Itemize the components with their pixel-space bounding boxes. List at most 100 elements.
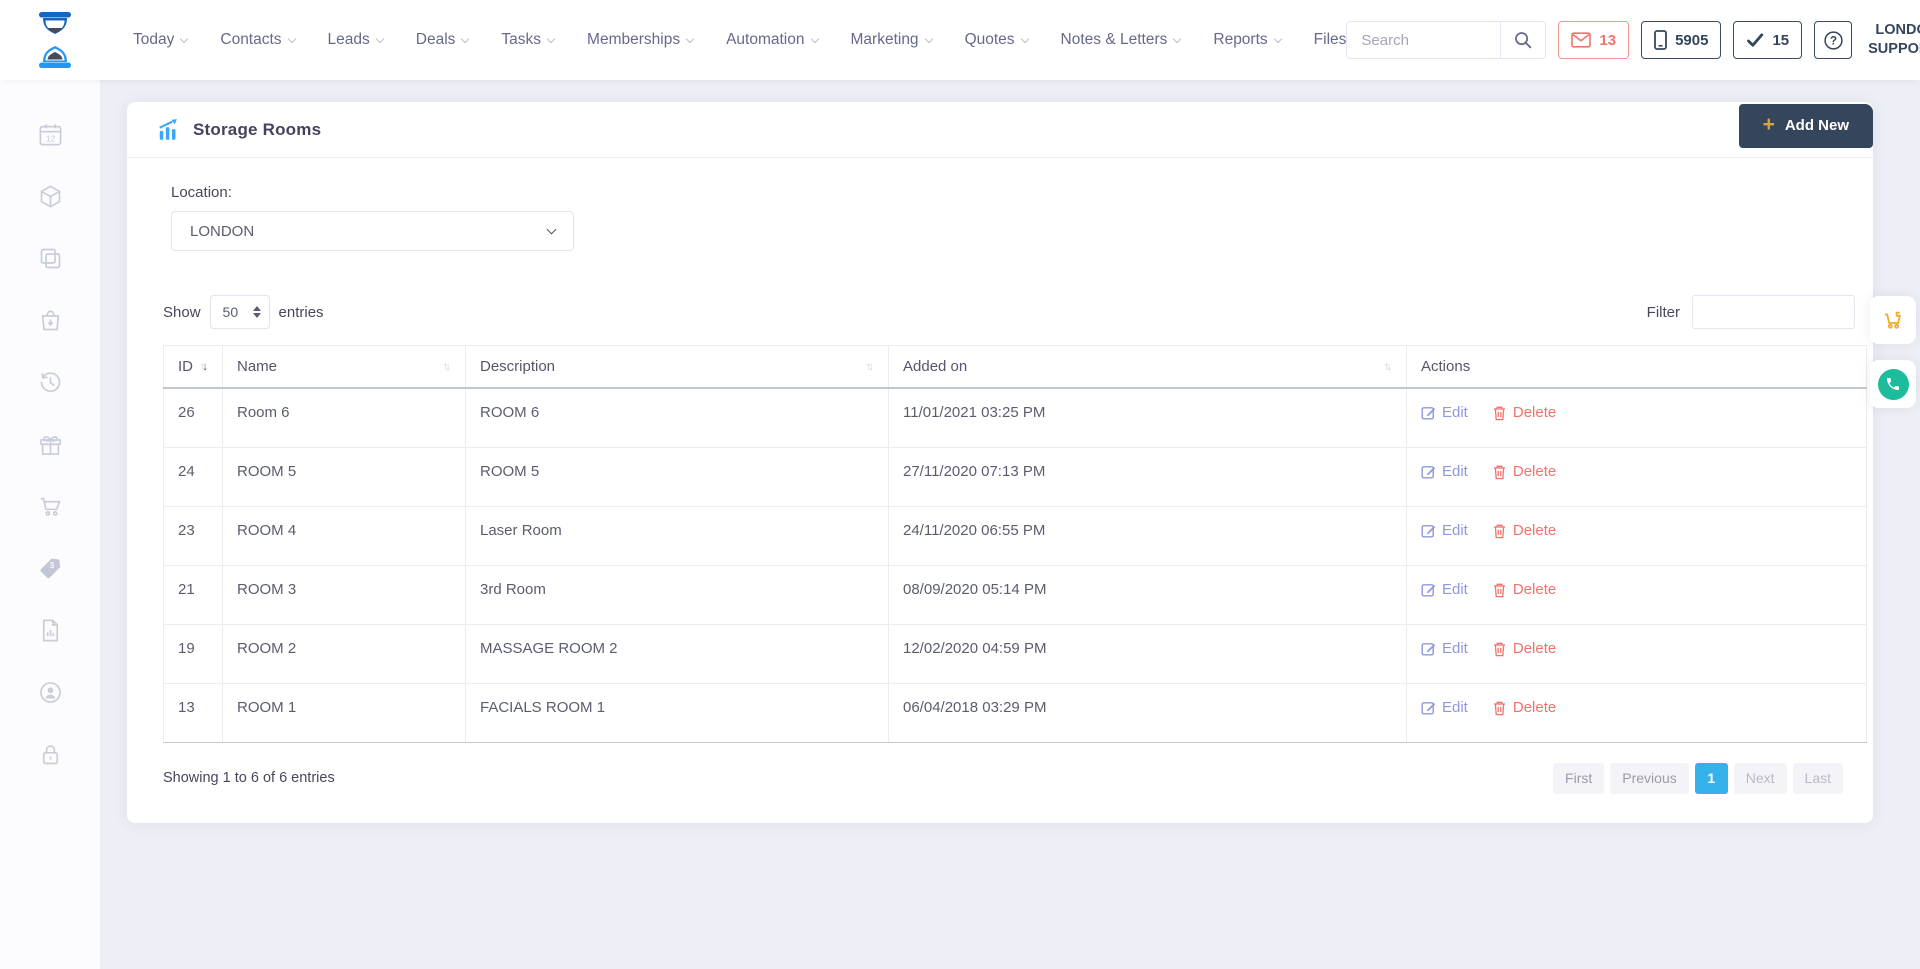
delete-button[interactable]: Delete <box>1492 699 1556 716</box>
column-header-description[interactable]: Description↑↓ <box>466 346 889 389</box>
help-button[interactable]: ? <box>1814 21 1852 59</box>
gift-icon <box>37 431 64 458</box>
chevron-down-icon <box>547 34 555 42</box>
table-row: 13 ROOM 1 FACIALS ROOM 1 06/04/2018 03:2… <box>164 683 1867 742</box>
price-tag-icon: $ <box>37 555 64 582</box>
pagination-previous[interactable]: Previous <box>1610 763 1688 794</box>
pagination-last[interactable]: Last <box>1793 763 1843 794</box>
sidebar-item-cart[interactable] <box>30 488 70 525</box>
chevron-down-icon <box>461 34 469 42</box>
chart-icon <box>157 118 181 142</box>
card-title: Storage Rooms <box>157 118 321 142</box>
cell-id: 26 <box>164 388 223 447</box>
cell-description: FACIALS ROOM 1 <box>466 683 889 742</box>
location-select[interactable]: LONDON <box>171 211 574 251</box>
nav-item-memberships[interactable]: Memberships <box>587 31 693 49</box>
chevron-down-icon <box>1173 34 1181 42</box>
svg-text:?: ? <box>1830 35 1837 47</box>
nav-item-notes-letters[interactable]: Notes & Letters <box>1061 31 1181 49</box>
cell-added-on: 27/11/2020 07:13 PM <box>889 447 1407 506</box>
sidebar-item-history[interactable] <box>30 364 70 401</box>
sidebar-item-gifts[interactable] <box>30 426 70 463</box>
shopping-bag-icon <box>37 307 64 334</box>
search-button[interactable] <box>1500 22 1545 58</box>
calendar-icon: 12 <box>37 121 64 148</box>
nav-item-quotes[interactable]: Quotes <box>965 31 1028 49</box>
sidebar-item-products[interactable] <box>30 178 70 215</box>
cell-actions: Edit Delete <box>1407 447 1867 506</box>
phone-float-button[interactable] <box>1870 360 1916 408</box>
column-header-id[interactable]: ID↑↓ <box>164 346 223 389</box>
storage-rooms-table: ID↑↓ Name↑↓ Description↑↓ Added on↑↓ Act… <box>163 345 1867 743</box>
sort-icon: ↑↓ <box>866 361 875 373</box>
chevron-down-icon <box>287 34 295 42</box>
pagination-page-1[interactable]: 1 <box>1695 763 1728 794</box>
edit-icon <box>1421 700 1436 715</box>
page-length-select[interactable]: 50 <box>210 295 270 329</box>
nav-item-files[interactable]: Files <box>1314 31 1347 49</box>
trash-icon <box>1492 700 1507 716</box>
sidebar-item-duplicates[interactable] <box>30 240 70 277</box>
edit-icon <box>1421 464 1436 479</box>
spinner-icon <box>253 306 261 318</box>
user-menu[interactable]: LONDON SUPPORT <box>1868 20 1920 60</box>
edit-button[interactable]: Edit <box>1421 404 1468 421</box>
table-row: 21 ROOM 3 3rd Room 08/09/2020 05:14 PM E… <box>164 565 1867 624</box>
phone-circle <box>1878 369 1909 400</box>
nav-item-today[interactable]: Today <box>133 31 187 49</box>
nav-item-marketing[interactable]: Marketing <box>851 31 932 49</box>
delete-button[interactable]: Delete <box>1492 640 1556 657</box>
table-footer: Showing 1 to 6 of 6 entries First Previo… <box>163 763 1867 794</box>
cell-actions: Edit Delete <box>1407 565 1867 624</box>
topbar-right: 13 5905 15 ? LONDON SUPPORT <box>1346 20 1920 60</box>
sidebar-item-orders[interactable] <box>30 302 70 339</box>
nav-item-reports[interactable]: Reports <box>1213 31 1280 49</box>
pagination-first[interactable]: First <box>1553 763 1604 794</box>
column-header-name[interactable]: Name↑↓ <box>223 346 466 389</box>
app-logo[interactable] <box>33 10 77 70</box>
nav-item-tasks[interactable]: Tasks <box>501 31 554 49</box>
table-row: 19 ROOM 2 MASSAGE ROOM 2 12/02/2020 04:5… <box>164 624 1867 683</box>
svg-text:12: 12 <box>45 133 55 143</box>
tasks-badge[interactable]: 15 <box>1733 21 1802 59</box>
search-input[interactable] <box>1347 22 1500 58</box>
sidebar-item-calendar[interactable]: 12 <box>30 116 70 153</box>
filter-input[interactable] <box>1692 295 1855 329</box>
cart-float-button[interactable] <box>1870 296 1916 344</box>
nav-item-leads[interactable]: Leads <box>328 31 383 49</box>
sidebar-item-staff[interactable] <box>30 674 70 711</box>
filter-label: Filter <box>1647 304 1680 321</box>
cell-description: ROOM 6 <box>466 388 889 447</box>
messages-badge[interactable]: 13 <box>1558 21 1629 59</box>
sidebar: 12 $ <box>0 80 100 969</box>
report-icon <box>37 617 64 644</box>
nav-item-contacts[interactable]: Contacts <box>220 31 294 49</box>
user-name: LONDON SUPPORT <box>1868 21 1920 59</box>
delete-button[interactable]: Delete <box>1492 522 1556 539</box>
delete-button[interactable]: Delete <box>1492 404 1556 421</box>
delete-button[interactable]: Delete <box>1492 463 1556 480</box>
cell-id: 24 <box>164 447 223 506</box>
pagination-next[interactable]: Next <box>1734 763 1787 794</box>
delete-button[interactable]: Delete <box>1492 581 1556 598</box>
phone-icon <box>1885 376 1901 392</box>
nav-item-deals[interactable]: Deals <box>416 31 469 49</box>
cell-name: Room 6 <box>223 388 466 447</box>
sidebar-item-security[interactable] <box>30 736 70 773</box>
envelope-icon <box>1571 32 1591 48</box>
edit-button[interactable]: Edit <box>1421 522 1468 539</box>
cell-description: 3rd Room <box>466 565 889 624</box>
add-new-button[interactable]: + Add New <box>1739 104 1873 148</box>
calls-badge[interactable]: 5905 <box>1641 21 1721 59</box>
sidebar-item-reports[interactable] <box>30 612 70 649</box>
sidebar-item-pricing[interactable]: $ <box>30 550 70 587</box>
edit-button[interactable]: Edit <box>1421 640 1468 657</box>
cell-actions: Edit Delete <box>1407 506 1867 565</box>
nav-item-automation[interactable]: Automation <box>726 31 817 49</box>
edit-button[interactable]: Edit <box>1421 463 1468 480</box>
edit-button[interactable]: Edit <box>1421 581 1468 598</box>
edit-button[interactable]: Edit <box>1421 699 1468 716</box>
column-header-added-on[interactable]: Added on↑↓ <box>889 346 1407 389</box>
history-icon <box>37 369 64 396</box>
messages-count: 13 <box>1599 32 1616 49</box>
